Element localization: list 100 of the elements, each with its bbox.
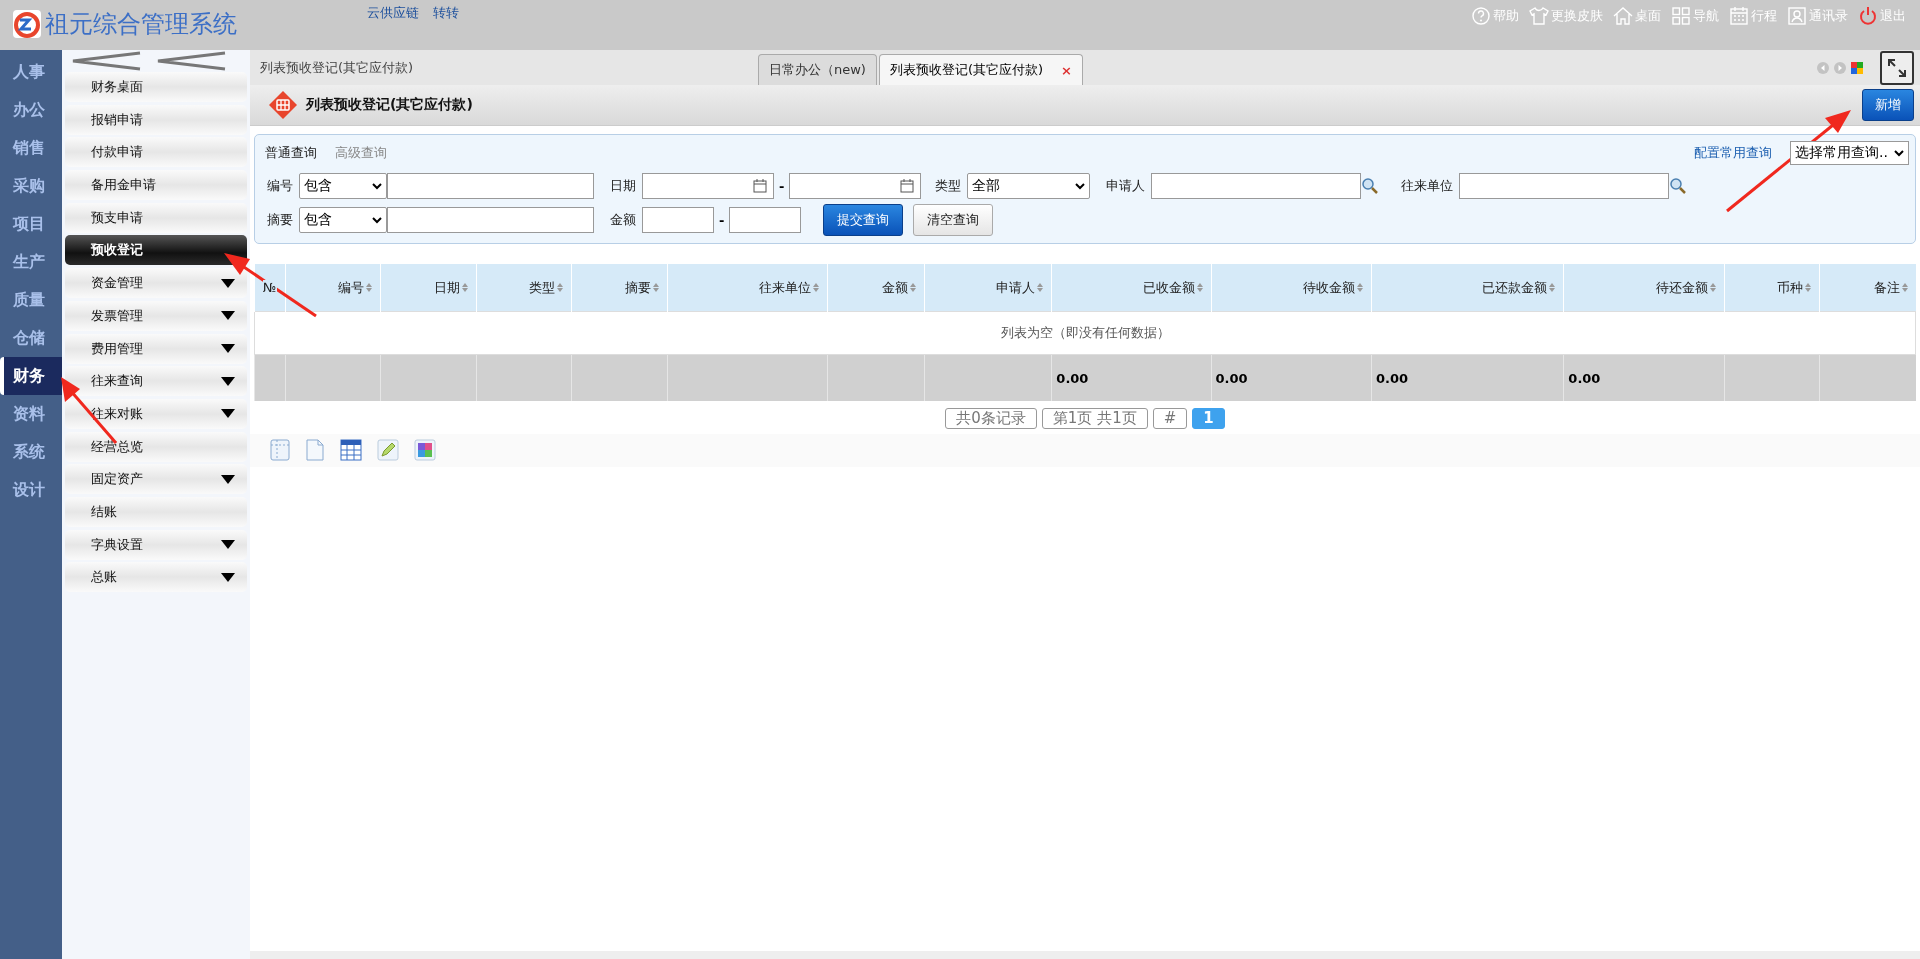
column-header[interactable]: 申请人 — [996, 278, 1044, 297]
puzzle-icon[interactable] — [414, 439, 436, 461]
calendar-icon — [1729, 6, 1749, 26]
input-field[interactable] — [1151, 173, 1362, 199]
calendar-icon — [900, 179, 915, 193]
column-header[interactable]: № — [263, 280, 277, 295]
table-icon — [268, 90, 298, 120]
select-field[interactable]: 包含 — [299, 207, 387, 233]
select-field[interactable]: 包含 — [299, 173, 387, 199]
close-icon[interactable]: × — [1061, 62, 1072, 78]
tiles-icon[interactable] — [1851, 61, 1863, 74]
contact-icon — [1787, 6, 1807, 26]
field-label: 摘要 — [267, 211, 293, 229]
nav-item[interactable]: 项目 — [0, 205, 62, 243]
query-button[interactable]: 提交查询 — [823, 204, 904, 236]
nav-link[interactable]: 转转 — [433, 4, 459, 22]
page-title: 列表预收登记(其它应付款) — [306, 96, 473, 114]
submenu-item[interactable]: 付款申请 — [65, 137, 247, 168]
query-button[interactable]: 清空查询 — [913, 204, 994, 236]
column-header[interactable]: 往来单位 — [759, 278, 820, 297]
column-header[interactable]: 摘要 — [624, 278, 659, 297]
column-header[interactable]: 待还金额 — [1655, 278, 1716, 297]
page-icon[interactable] — [305, 439, 325, 461]
search-icon[interactable] — [1669, 177, 1688, 195]
field-label: 申请人 — [1106, 177, 1146, 195]
submenu-item[interactable]: 预收登记 — [65, 235, 247, 266]
total-value: 0.00 — [1376, 370, 1409, 386]
submenu-item[interactable]: 预支申请 — [65, 202, 247, 233]
nav-item[interactable]: 资料 — [0, 395, 62, 433]
column-header[interactable]: 类型 — [529, 278, 564, 297]
pagination-info[interactable]: # — [1152, 408, 1188, 429]
chevron-icon — [1075, 182, 1086, 190]
submenu-item[interactable]: 发票管理 — [65, 300, 247, 331]
nav-item[interactable]: 采购 — [0, 167, 62, 205]
input-field[interactable] — [1459, 173, 1670, 199]
select-field[interactable]: 全部 — [967, 173, 1091, 199]
nav-item[interactable]: 质量 — [0, 281, 62, 319]
submenu-item[interactable]: 往来查询 — [65, 366, 247, 397]
app-title: 祖元综合管理系统 — [45, 9, 237, 40]
chevron-icon — [372, 216, 382, 224]
column-header[interactable]: 日期 — [433, 278, 468, 297]
column-header[interactable]: 金额 — [881, 278, 916, 297]
submenu-item[interactable]: 结账 — [65, 496, 247, 527]
nav-item[interactable]: 生产 — [0, 243, 62, 281]
field-label: 编号 — [267, 177, 293, 195]
add-button[interactable]: 新增 — [1862, 89, 1914, 121]
column-header[interactable]: 已还款金额 — [1482, 278, 1556, 297]
pagination-info[interactable]: 第1页 共1页 — [1041, 408, 1148, 429]
date-field[interactable] — [789, 173, 922, 199]
range-separator: - — [779, 178, 785, 194]
submenu-item[interactable]: 财务桌面 — [65, 72, 247, 102]
query-tab[interactable]: 普通查询 — [265, 144, 317, 162]
input-field[interactable] — [642, 207, 714, 233]
breadcrumb: 列表预收登记(其它应付款) — [260, 58, 415, 77]
total-value: 0.00 — [1568, 370, 1601, 386]
nav-item[interactable]: 人事 — [0, 53, 62, 91]
input-field[interactable] — [387, 207, 594, 233]
column-header[interactable]: 待收金额 — [1303, 278, 1364, 297]
tab[interactable]: 列表预收登记(其它应付款) × — [878, 54, 1083, 85]
search-icon[interactable] — [1361, 177, 1380, 195]
query-select[interactable]: 选择常用查询.. — [1790, 141, 1909, 165]
input-field[interactable] — [387, 173, 594, 199]
column-header[interactable]: 已收金额 — [1142, 278, 1203, 297]
range-separator: - — [719, 212, 725, 228]
field-label: 往来单位 — [1401, 177, 1454, 195]
submenu-item[interactable]: 总账 — [65, 562, 247, 593]
nav-item[interactable]: 设计 — [0, 471, 62, 509]
field-label: 金额 — [610, 211, 636, 229]
nav-link[interactable]: 云供应链 — [367, 4, 419, 22]
pencil-icon[interactable] — [377, 439, 399, 461]
table-icon[interactable] — [340, 439, 362, 461]
pagination-info[interactable]: 共0条记录 — [945, 408, 1037, 429]
submenu-item[interactable]: 费用管理 — [65, 333, 247, 364]
fullscreen-button[interactable] — [1880, 50, 1914, 85]
expand-icon — [1888, 58, 1906, 77]
submenu-item[interactable]: 备用金申请 — [65, 170, 247, 201]
total-value: 0.00 — [1215, 370, 1248, 386]
submenu-item[interactable]: 字典设置 — [65, 529, 247, 560]
column-header[interactable]: 编号 — [338, 278, 373, 297]
config-link[interactable]: 配置常用查询 — [1694, 144, 1773, 162]
chevron-icon — [372, 182, 382, 190]
submenu-item[interactable]: 报销申请 — [65, 104, 247, 135]
help-icon — [1471, 6, 1491, 26]
column-header[interactable]: 币种 — [1777, 278, 1812, 297]
tab[interactable]: 日常办公（new) — [758, 54, 877, 85]
nav-item[interactable]: 财务 — [0, 357, 62, 395]
nav-item[interactable]: 办公 — [0, 91, 62, 129]
date-field[interactable] — [642, 173, 774, 199]
calendar-icon — [753, 179, 767, 193]
previous-icon[interactable] — [1817, 61, 1829, 74]
submenu-item[interactable]: 经营总览 — [65, 431, 247, 462]
input-field[interactable] — [729, 207, 802, 233]
nav-item[interactable]: 仓储 — [0, 319, 62, 357]
nav-item[interactable]: 销售 — [0, 129, 62, 167]
next-icon[interactable] — [1834, 61, 1846, 74]
submenu-item[interactable]: 资金管理 — [65, 268, 247, 299]
column-header[interactable]: 备注 — [1873, 278, 1908, 297]
dotted-grid-icon[interactable] — [270, 439, 290, 461]
nav-item[interactable]: 系统 — [0, 433, 62, 471]
submenu-item[interactable]: 固定资产 — [65, 464, 247, 495]
